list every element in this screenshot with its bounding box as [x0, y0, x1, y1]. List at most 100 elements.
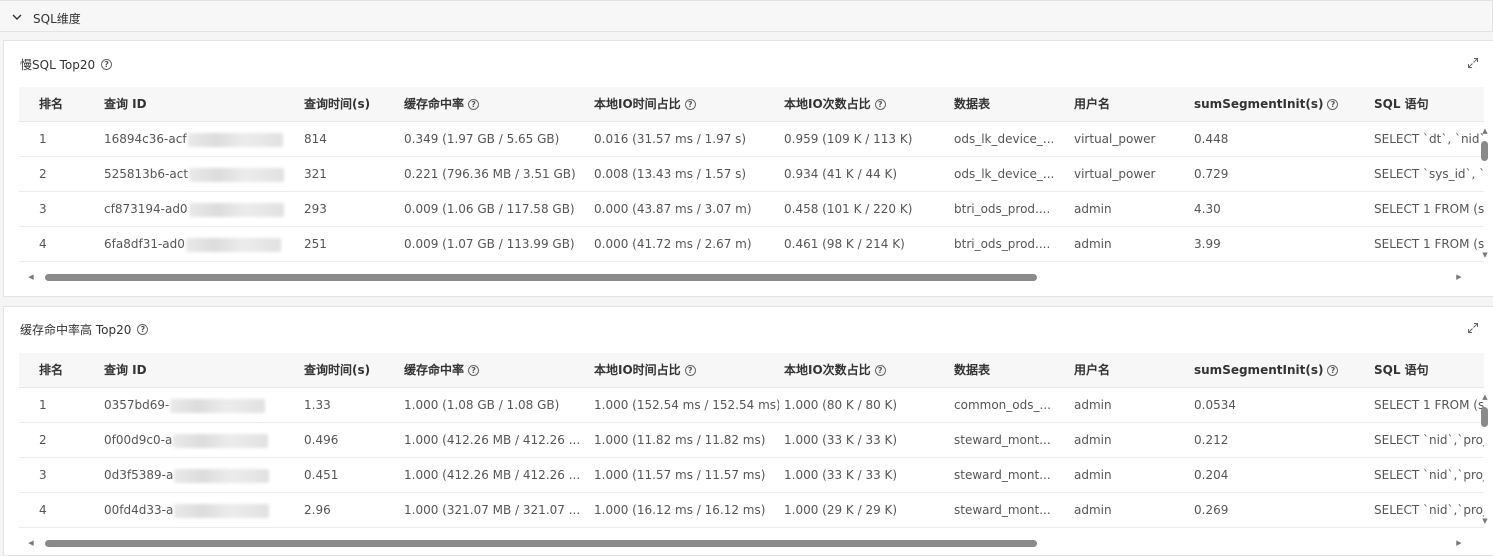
- column-header-rank[interactable]: 排名: [39, 87, 99, 122]
- scroll-left-icon[interactable]: ◀: [27, 539, 35, 547]
- cell-rank: 2: [39, 423, 99, 458]
- cell-text: SELECT `nid`,`proje: [1374, 503, 1484, 517]
- column-header-cache-hit-rate[interactable]: 缓存命中率?: [404, 87, 589, 122]
- scroll-right-icon[interactable]: ▶: [1455, 539, 1463, 547]
- column-header-cache-hit-rate[interactable]: 缓存命中率?: [404, 353, 589, 388]
- cell-text: 00fd4d33-a: [104, 503, 174, 517]
- expand-icon[interactable]: [1467, 57, 1479, 69]
- cell-local-io-count-ratio: 1.000 (33 K / 33 K): [784, 458, 949, 493]
- column-header-label: 用户名: [1074, 97, 1111, 111]
- help-icon[interactable]: ?: [137, 324, 149, 335]
- column-header-local-io-count-ratio[interactable]: 本地IO次数占比?: [784, 87, 949, 122]
- table-row[interactable]: 2 525813b6-act 321 0.221 (796.36 MB / 3.51 …: [19, 157, 1484, 192]
- cell-username: virtual_power: [1074, 157, 1189, 192]
- column-header-local-io-count-ratio[interactable]: 本地IO次数占比?: [784, 353, 949, 388]
- column-header-local-io-time-ratio[interactable]: 本地IO时间占比?: [594, 353, 779, 388]
- horizontal-scroll-thumb[interactable]: [45, 274, 1037, 281]
- help-icon[interactable]: ?: [874, 365, 886, 376]
- vertical-scroll-thumb[interactable]: [1481, 141, 1488, 161]
- column-header-query-time[interactable]: 查询时间(s): [304, 353, 399, 388]
- column-header-label: sumSegmentInit(s): [1194, 97, 1324, 111]
- table-row[interactable]: 2 0f00d9c0-a 0.496 1.000 (412.26 MB / 412.2…: [19, 423, 1484, 458]
- panel-title: 缓存命中率高 Top20?: [20, 321, 149, 338]
- help-icon[interactable]: ?: [874, 99, 886, 110]
- column-header-sql-statement[interactable]: SQL 语句: [1374, 353, 1484, 388]
- cell-text: 1: [39, 398, 47, 412]
- cell-text: steward_mont...: [954, 503, 1051, 517]
- column-header-label: 本地IO次数占比: [784, 363, 871, 377]
- help-icon[interactable]: ?: [1327, 99, 1339, 110]
- cell-text: 0.009 (1.07 GB / 113.99 GB): [404, 237, 575, 251]
- cell-text: 3.99: [1194, 237, 1221, 251]
- cell-text: 4.30: [1194, 202, 1221, 216]
- column-header-rank[interactable]: 排名: [39, 353, 99, 388]
- cell-cache-hit-rate: 0.009 (1.07 GB / 113.99 GB): [404, 227, 589, 262]
- help-icon[interactable]: ?: [101, 59, 113, 70]
- table-row[interactable]: 3 0d3f5389-a 0.451 1.000 (412.26 MB / 412.2…: [19, 458, 1484, 493]
- scroll-down-icon[interactable]: ▼: [1481, 517, 1489, 525]
- column-header-label: 查询时间(s): [304, 97, 371, 111]
- help-icon[interactable]: ?: [468, 99, 480, 110]
- vertical-scroll-thumb[interactable]: [1481, 407, 1488, 427]
- table-row[interactable]: 4 6fa8df31-ad0 251 0.009 (1.07 GB / 113.99 …: [19, 227, 1484, 262]
- help-icon[interactable]: ?: [1327, 365, 1339, 376]
- scroll-up-icon[interactable]: ▲: [1481, 127, 1489, 135]
- cell-text: 814: [304, 132, 327, 146]
- table-row[interactable]: 4 00fd4d33-a 2.96 1.000 (321.07 MB / 321.07…: [19, 493, 1484, 528]
- help-icon[interactable]: ?: [684, 365, 696, 376]
- redacted-text: [174, 503, 270, 518]
- scroll-left-icon[interactable]: ◀: [27, 273, 35, 281]
- help-icon[interactable]: ?: [684, 99, 696, 110]
- cell-text: steward_mont...: [954, 468, 1051, 482]
- cell-text: virtual_power: [1074, 132, 1156, 146]
- cache-hit-panel: 缓存命中率高 Top20? 排名 查询 ID 查询时间(s) 缓存命中率? 本地IO时间占…: [3, 306, 1493, 556]
- cell-query-id: 0357bd69-: [104, 388, 299, 423]
- table-row[interactable]: 1 0357bd69- 1.33 1.000 (1.08 GB / 1.08 GB) 1…: [19, 388, 1484, 423]
- cell-text: btri_ods_prod....: [954, 202, 1051, 216]
- cell-text: 0.000 (41.72 ms / 2.67 m): [594, 237, 752, 251]
- cell-local-io-count-ratio: 1.000 (29 K / 29 K): [784, 493, 949, 528]
- column-header-username[interactable]: 用户名: [1074, 353, 1189, 388]
- column-header-query-time[interactable]: 查询时间(s): [304, 87, 399, 122]
- table-row[interactable]: 3 cf873194-ad0 293 0.009 (1.06 GB / 117.58 …: [19, 192, 1484, 227]
- help-icon[interactable]: ?: [468, 365, 480, 376]
- column-header-sum-segment-init[interactable]: sumSegmentInit(s)?: [1194, 353, 1369, 388]
- scroll-up-icon[interactable]: ▲: [1481, 393, 1489, 401]
- cell-text: SELECT 1 FROM (s: [1374, 237, 1484, 251]
- horizontal-scrollbar[interactable]: ◀ ▶: [19, 536, 1469, 550]
- cell-rank: 1: [39, 388, 99, 423]
- cell-query-time: 321: [304, 157, 399, 192]
- column-header-data-table[interactable]: 数据表: [954, 87, 1069, 122]
- section-header-sql-dimension[interactable]: SQL维度: [0, 0, 1493, 32]
- cell-query-id: 16894c36-acf: [104, 122, 299, 157]
- data-table: 排名 查询 ID 查询时间(s) 缓存命中率? 本地IO时间占比? 本地IO次数占比? 数据…: [19, 87, 1484, 263]
- cell-sql-statement: SELECT 1 FROM (s: [1374, 192, 1484, 227]
- column-header-sql-statement[interactable]: SQL 语句: [1374, 87, 1484, 122]
- cell-text: 4: [39, 503, 47, 517]
- cell-text: 0.496: [304, 433, 339, 447]
- cell-text: 0.959 (109 K / 113 K): [784, 132, 913, 146]
- column-header-username[interactable]: 用户名: [1074, 87, 1189, 122]
- column-header-label: sumSegmentInit(s): [1194, 363, 1324, 377]
- scroll-down-icon[interactable]: ▼: [1481, 251, 1489, 259]
- cell-text: 293: [304, 202, 327, 216]
- cell-data-table: ods_lk_device_...: [954, 157, 1069, 192]
- column-header-local-io-time-ratio[interactable]: 本地IO时间占比?: [594, 87, 779, 122]
- table-row[interactable]: 1 16894c36-acf 814 0.349 (1.97 GB / 5.65 GB…: [19, 122, 1484, 157]
- column-header-query-id[interactable]: 查询 ID: [104, 353, 299, 388]
- column-header-query-id[interactable]: 查询 ID: [104, 87, 299, 122]
- horizontal-scroll-thumb[interactable]: [45, 540, 1037, 547]
- cell-text: 0.0534: [1194, 398, 1236, 412]
- cell-local-io-count-ratio: 1.000 (80 K / 80 K): [784, 388, 949, 423]
- chevron-down-icon[interactable]: [11, 11, 23, 23]
- column-header-data-table[interactable]: 数据表: [954, 353, 1069, 388]
- cell-query-time: 1.33: [304, 388, 399, 423]
- vertical-scrollbar[interactable]: ▲ ▼: [1479, 127, 1489, 263]
- cell-text: 1.000 (11.82 ms / 11.82 ms): [594, 433, 766, 447]
- horizontal-scrollbar[interactable]: ◀ ▶: [19, 270, 1469, 284]
- scroll-right-icon[interactable]: ▶: [1455, 273, 1463, 281]
- redacted-text: [173, 433, 269, 448]
- expand-icon[interactable]: [1467, 322, 1479, 334]
- column-header-sum-segment-init[interactable]: sumSegmentInit(s)?: [1194, 87, 1369, 122]
- vertical-scrollbar[interactable]: ▲ ▼: [1479, 393, 1489, 529]
